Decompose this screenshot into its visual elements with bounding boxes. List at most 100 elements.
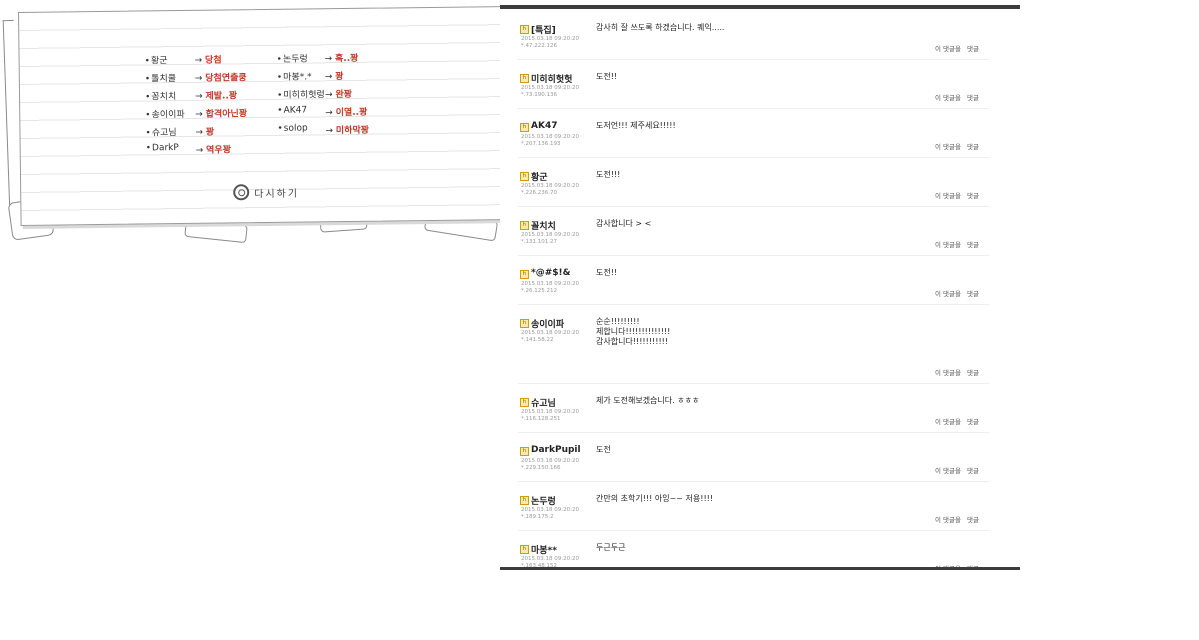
result-name: 논두렁 xyxy=(277,51,308,64)
comment-author[interactable]: 마봉** xyxy=(531,543,557,556)
comment-body: 제가 도전해보겠습니다. ㅎㅎㅎ xyxy=(596,396,699,406)
comment-author[interactable]: AK47 xyxy=(531,121,557,131)
reply-button[interactable]: 댓글 xyxy=(967,143,979,151)
retry-label: 다시하기 xyxy=(254,188,300,200)
retry-button[interactable]: 다시하기 xyxy=(233,184,299,201)
comment-date: 2015.03.18 09:20:20 xyxy=(521,556,579,562)
comment-actions: 이 댓글을 댓글 xyxy=(935,43,979,53)
comment-body: 순순!!!!!!!!! 제합니다!!!!!!!!!!!!!! 감사합니다!!!!!!… xyxy=(596,317,670,347)
reply-to-comment-link[interactable]: 이 댓글을 xyxy=(935,290,961,298)
reply-to-comment-link[interactable]: 이 댓글을 xyxy=(935,516,961,524)
reply-button[interactable]: 댓글 xyxy=(967,94,979,102)
comment-divider xyxy=(518,383,990,384)
reply-button[interactable]: 댓글 xyxy=(967,45,979,53)
comment-actions: 이 댓글을 댓글 xyxy=(935,190,979,200)
comment-line: 도전!! xyxy=(596,268,618,277)
result-item: 꽁치치 제발..꽝 xyxy=(145,89,237,102)
comment-line: 두근두근 xyxy=(596,543,626,552)
reply-button[interactable]: 댓글 xyxy=(967,290,979,298)
result-value: 합격아닌꽝 xyxy=(195,106,248,120)
reply-to-comment-link[interactable]: 이 댓글을 xyxy=(935,565,961,567)
comment-ip: *.116.128.251 xyxy=(521,416,561,422)
comment-divider xyxy=(518,304,990,305)
comment-divider xyxy=(518,206,990,207)
reply-button[interactable]: 댓글 xyxy=(967,418,979,426)
reply-button[interactable]: 댓글 xyxy=(967,192,979,200)
result-item: 미히히헛렁완꽝 xyxy=(277,87,352,101)
result-value: 역우꽝 xyxy=(196,142,231,155)
comment-ip: *.226.236.70 xyxy=(521,190,557,196)
reply-button[interactable]: 댓글 xyxy=(967,565,979,567)
comment-author[interactable]: 미히히헛헛 xyxy=(531,72,572,85)
comment-date: 2015.03.18 09:20:20 xyxy=(521,134,579,140)
comment-author[interactable]: 꼴치치 xyxy=(531,219,556,232)
comment-ip: *.47.222.126 xyxy=(521,43,557,49)
reply-to-comment-link[interactable]: 이 댓글을 xyxy=(935,192,961,200)
reply-button[interactable]: 댓글 xyxy=(967,241,979,249)
user-level-icon: h xyxy=(520,496,529,505)
result-item: DarkP 역우꽝 xyxy=(146,143,231,156)
comment-author[interactable]: 황군 xyxy=(531,170,548,183)
reply-button[interactable]: 댓글 xyxy=(967,516,979,524)
result-item: 황군 당첨 xyxy=(145,53,222,67)
reply-button[interactable]: 댓글 xyxy=(967,369,979,377)
comment-ip: *.207.136.193 xyxy=(521,141,561,147)
comment-author[interactable]: 슈고님 xyxy=(531,396,556,409)
reply-to-comment-link[interactable]: 이 댓글을 xyxy=(935,467,961,475)
result-name: 슈고님 xyxy=(145,125,177,138)
comment-body: 도전!! xyxy=(596,268,617,278)
comment-line: 감사합니다!!!!!!!!!!! xyxy=(596,337,669,346)
comment-divider xyxy=(518,157,990,158)
comment-body: 도전 xyxy=(596,445,611,455)
comment-actions: 이 댓글을 댓글 xyxy=(935,367,979,377)
result-name: 미히히헛렁 xyxy=(277,87,325,101)
result-value: 당첨연출쿵 xyxy=(195,70,247,84)
comment-ip: *.73.190.136 xyxy=(521,92,557,98)
comment-body: 도저언!!! 제주세요!!!!! xyxy=(596,121,676,131)
comment-body: 간만의 초학기!!! 아잉~~ 저용!!!! xyxy=(596,494,713,504)
reply-to-comment-link[interactable]: 이 댓글을 xyxy=(935,418,961,426)
reply-button[interactable]: 댓글 xyxy=(967,467,979,475)
user-level-icon: h xyxy=(520,545,529,554)
reply-to-comment-link[interactable]: 이 댓글을 xyxy=(935,143,961,151)
user-level-icon: h xyxy=(520,172,529,181)
comment-line: 도전!!! xyxy=(596,170,621,179)
comment-divider xyxy=(518,481,990,482)
comment-line: 감사히 잘 쓰도록 하겠습니다. 퀘익..... xyxy=(596,23,725,32)
comment-ip: *.163.48.152 xyxy=(521,563,557,569)
comment-line: 도전!! xyxy=(596,72,618,81)
result-item: 마봉*.* 꽝 xyxy=(277,69,343,83)
result-item: 톨치쿨 당첨연출쿵 xyxy=(145,71,247,84)
comment-author[interactable]: 송이이파 xyxy=(531,317,564,330)
user-level-icon: h xyxy=(520,25,529,34)
comment-actions: 이 댓글을 댓글 xyxy=(935,563,979,567)
comment-author[interactable]: DarkPupil xyxy=(531,445,581,455)
result-value: 당첨 xyxy=(195,53,222,66)
comment-line: 순순!!!!!!!!! xyxy=(596,317,640,326)
result-name: DarkP xyxy=(146,143,179,153)
comment-author[interactable]: [특집] xyxy=(531,23,556,36)
reply-to-comment-link[interactable]: 이 댓글을 xyxy=(935,94,961,102)
comment-author[interactable]: 논두렁 xyxy=(531,494,556,507)
comment-line: 간만의 초학기!!! 아잉~~ 저용!!!! xyxy=(596,494,714,503)
result-value: 제발..꽝 xyxy=(195,88,237,102)
comment-line: 제합니다!!!!!!!!!!!!!! xyxy=(596,327,671,336)
result-item: AK47 이열..꽝 xyxy=(277,105,367,118)
comment-actions: 이 댓글을 댓글 xyxy=(935,239,979,249)
reply-to-comment-link[interactable]: 이 댓글을 xyxy=(935,241,961,249)
reply-to-comment-link[interactable]: 이 댓글을 xyxy=(935,45,961,53)
result-name: 마봉*.* xyxy=(277,69,312,82)
result-name: AK47 xyxy=(277,105,307,115)
result-value: 이열..꽝 xyxy=(325,105,368,119)
reply-to-comment-link[interactable]: 이 댓글을 xyxy=(935,369,961,377)
comment-line: 도전 xyxy=(596,445,611,454)
comment-line: 제가 도전해보겠습니다. ㅎㅎㅎ xyxy=(596,396,700,405)
comment-actions: 이 댓글을 댓글 xyxy=(935,465,979,475)
result-value: 혹..꽝 xyxy=(325,51,359,64)
user-level-icon: h xyxy=(520,398,529,407)
result-value: 꽝 xyxy=(325,69,343,82)
comment-body: 감사합니다 > < xyxy=(596,219,651,229)
comment-actions: 이 댓글을 댓글 xyxy=(935,141,979,151)
comment-author[interactable]: *@#$!& xyxy=(531,268,570,278)
comment-date: 2015.03.18 09:20:20 xyxy=(521,281,579,287)
